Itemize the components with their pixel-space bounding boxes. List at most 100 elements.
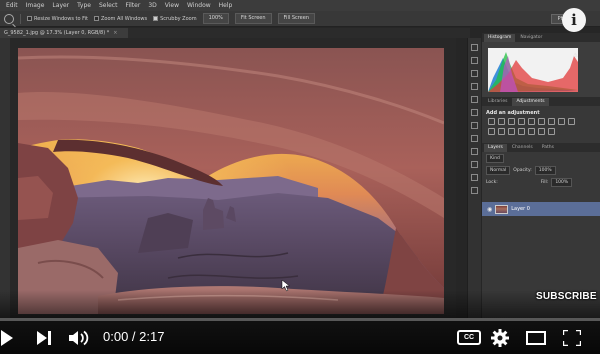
- theater-icon: [526, 331, 546, 345]
- swatches-icon[interactable]: [471, 83, 478, 90]
- play-button[interactable]: [0, 322, 14, 354]
- tab-adjustments[interactable]: Adjustments: [512, 98, 549, 106]
- document-tab-bar: G_9582_1.jpg @ 17.3% (Layer 0, RGB/8) * ×: [0, 28, 470, 38]
- progress-bar[interactable]: [0, 318, 600, 321]
- resize-windows-checkbox[interactable]: Resize Windows to Fit: [27, 16, 88, 22]
- info-icon[interactable]: i: [562, 8, 586, 32]
- canvas-area[interactable]: [10, 38, 456, 318]
- right-panels: Histogram Navigator ⚠ Libraries Adjustme…: [482, 33, 600, 318]
- document-tab[interactable]: G_9582_1.jpg @ 17.3% (Layer 0, RGB/8) * ×: [0, 28, 128, 38]
- brightness-contrast-icon[interactable]: [488, 118, 495, 125]
- color-lookup-icon[interactable]: [498, 128, 505, 135]
- invert-icon[interactable]: [508, 128, 515, 135]
- close-tab-icon[interactable]: ×: [113, 30, 117, 36]
- properties-icon[interactable]: [471, 57, 478, 64]
- menu-window[interactable]: Window: [187, 0, 211, 11]
- fullscreen-button[interactable]: [562, 322, 582, 354]
- adjustments-tabs: Libraries Adjustments: [482, 97, 600, 106]
- menu-select[interactable]: Select: [99, 0, 118, 11]
- volume-button[interactable]: [68, 322, 90, 354]
- curves-icon[interactable]: [508, 118, 515, 125]
- options-bar: Resize Windows to Fit Zoom All Windows S…: [0, 11, 600, 27]
- adjustments-grid: [482, 118, 582, 135]
- kind-filter-select[interactable]: Kind: [486, 153, 504, 163]
- captions-button[interactable]: CC: [457, 330, 481, 345]
- menu-help[interactable]: Help: [219, 0, 233, 11]
- black-white-icon[interactable]: [558, 118, 565, 125]
- timeline-icon[interactable]: [471, 187, 478, 194]
- zoom-100-button[interactable]: 100%: [202, 13, 229, 24]
- menu-image[interactable]: Image: [26, 0, 45, 11]
- scrubby-zoom-checkbox[interactable]: Scrubby Zoom: [153, 15, 197, 22]
- histogram-warning-icon[interactable]: ⚠: [573, 52, 578, 59]
- tab-navigator[interactable]: Navigator: [516, 34, 546, 42]
- selective-color-icon[interactable]: [548, 128, 555, 135]
- document-tab-title: G_9582_1.jpg @ 17.3% (Layer 0, RGB/8) *: [4, 30, 110, 36]
- blend-mode-select[interactable]: Normal: [486, 165, 511, 175]
- menu-bar: Edit Image Layer Type Select Filter 3D V…: [0, 0, 600, 11]
- layer-filter-row: Kind: [482, 152, 600, 164]
- layer-name[interactable]: Layer 0: [511, 206, 530, 212]
- screen: Edit Image Layer Type Select Filter 3D V…: [0, 0, 600, 354]
- levels-icon[interactable]: [498, 118, 505, 125]
- menu-edit[interactable]: Edit: [6, 0, 18, 11]
- next-button[interactable]: [36, 322, 52, 354]
- actions-icon[interactable]: [471, 161, 478, 168]
- scrubby-zoom-label: Scrubby Zoom: [160, 15, 197, 22]
- gear-icon: [491, 329, 509, 347]
- adjustments-title: Add an adjustment: [486, 110, 540, 116]
- tab-channels[interactable]: Channels: [508, 144, 537, 152]
- visibility-eye-icon[interactable]: ◉: [487, 206, 492, 213]
- menu-view[interactable]: View: [165, 0, 179, 11]
- divider: [20, 13, 21, 24]
- menu-layer[interactable]: Layer: [52, 0, 69, 11]
- menu-filter[interactable]: Filter: [125, 0, 140, 11]
- exposure-icon[interactable]: [518, 118, 525, 125]
- fullscreen-icon: [563, 330, 581, 346]
- menu-type[interactable]: Type: [77, 0, 91, 11]
- fill-screen-button[interactable]: Fill Screen: [277, 13, 316, 24]
- layers-tabs: Layers Channels Paths: [482, 143, 600, 152]
- lock-label: Lock:: [486, 179, 498, 185]
- zoom-all-windows-label: Zoom All Windows: [101, 15, 148, 22]
- channel-mixer-icon[interactable]: [488, 128, 495, 135]
- tool-presets-icon[interactable]: [471, 174, 478, 181]
- vibrance-icon[interactable]: [528, 118, 535, 125]
- posterize-icon[interactable]: [518, 128, 525, 135]
- tab-layers[interactable]: Layers: [484, 144, 507, 152]
- menu-3d[interactable]: 3D: [148, 0, 156, 11]
- zoom-all-windows-checkbox[interactable]: Zoom All Windows: [94, 16, 147, 22]
- clone-source-icon[interactable]: [471, 135, 478, 142]
- document-image[interactable]: [18, 48, 444, 314]
- tab-histogram[interactable]: Histogram: [484, 34, 516, 42]
- character-icon[interactable]: [471, 109, 478, 116]
- gradient-map-icon[interactable]: [538, 128, 545, 135]
- settings-button[interactable]: [490, 322, 510, 354]
- play-icon: [1, 330, 13, 346]
- color-balance-icon[interactable]: [548, 118, 555, 125]
- paragraph-icon[interactable]: [471, 96, 478, 103]
- history-icon[interactable]: [471, 44, 478, 51]
- histogram-panel: ⚠: [482, 42, 600, 97]
- tab-libraries[interactable]: Libraries: [484, 98, 511, 106]
- layer-row-selected[interactable]: ◉ Layer 0: [482, 202, 600, 216]
- info-panel-icon[interactable]: [471, 70, 478, 77]
- mesa-arch-photo: [18, 48, 444, 314]
- blend-row: Normal Opacity: 100%: [482, 164, 600, 176]
- hue-saturation-icon[interactable]: [538, 118, 545, 125]
- histogram-tabs: Histogram Navigator: [482, 33, 600, 42]
- photo-filter-icon[interactable]: [568, 118, 575, 125]
- fit-screen-button[interactable]: Fit Screen: [234, 13, 272, 24]
- styles-icon[interactable]: [471, 148, 478, 155]
- opacity-input[interactable]: 100%: [534, 165, 556, 175]
- checkbox-box: [27, 16, 32, 21]
- tab-paths[interactable]: Paths: [538, 144, 558, 152]
- subscribe-watermark[interactable]: SUBSCRIBE: [536, 291, 597, 302]
- fill-input[interactable]: 100%: [551, 177, 573, 187]
- brush-icon[interactable]: [471, 122, 478, 129]
- checkbox-box: [94, 16, 99, 21]
- threshold-icon[interactable]: [528, 128, 535, 135]
- theater-mode-button[interactable]: [525, 322, 547, 354]
- histogram-graph: [488, 48, 578, 92]
- zoom-tool-icon[interactable]: [4, 13, 14, 24]
